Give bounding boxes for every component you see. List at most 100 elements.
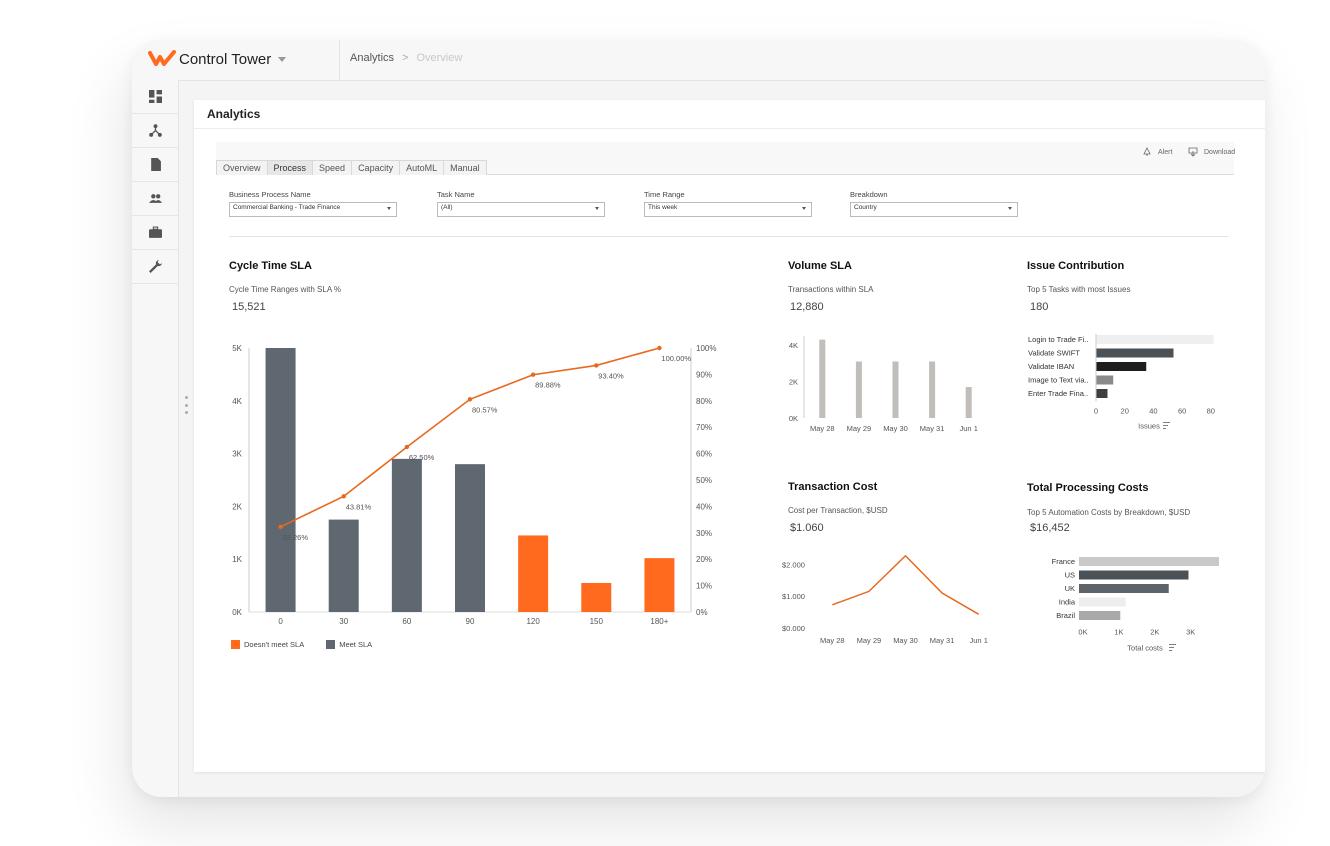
bar-label: Login to Trade Fi.. xyxy=(1028,335,1088,344)
x-axis-label: Total costs xyxy=(1127,644,1163,653)
sla-point xyxy=(467,397,473,402)
y2-tick-label: 50% xyxy=(696,476,712,485)
sla-data-label: 93.40% xyxy=(598,371,624,380)
sidebar-item-people[interactable] xyxy=(132,182,178,216)
app-window: Control Tower Analytics > Overview Analy… xyxy=(132,40,1265,797)
y-tick-label: 0K xyxy=(232,608,242,617)
volume-value: 12,880 xyxy=(790,301,824,313)
tab-manual[interactable]: Manual xyxy=(443,160,487,175)
breadcrumb-current: Overview xyxy=(416,52,463,64)
x-tick-label: 40 xyxy=(1149,407,1157,416)
download-label: Download xyxy=(1204,148,1236,156)
filter-label: Business Process Name xyxy=(229,190,311,199)
y2-tick-label: 10% xyxy=(696,582,712,591)
issue-title: Issue Contribution xyxy=(1027,260,1125,272)
tab-capacity[interactable]: Capacity xyxy=(351,160,401,175)
business-process-select[interactable]: Commercial Banking - Trade Finance xyxy=(229,202,397,217)
y-tick-label: 1K xyxy=(232,555,242,564)
y-tick-label: 2K xyxy=(789,378,798,387)
sidebar-item-documents[interactable] xyxy=(132,148,178,182)
dashboard-icon xyxy=(148,90,162,103)
breakdown-select[interactable]: Country xyxy=(850,202,1018,217)
tab-strip: Overview Process Speed Capacity AutoML Manual… xyxy=(216,142,1235,175)
bar-label: Validate SWIFT xyxy=(1028,349,1080,358)
x-tick-label: Jun 1 xyxy=(970,636,988,645)
cycle-title: Cycle Time SLA xyxy=(229,260,312,272)
tab-automl[interactable]: AutoML xyxy=(399,160,445,175)
x-tick-label: May 31 xyxy=(930,636,955,645)
issue-bar xyxy=(1096,375,1114,385)
x-tick-label: May 29 xyxy=(847,424,872,433)
logo-icon xyxy=(148,50,176,66)
filter-label: Task Name xyxy=(437,190,475,199)
volume-bar xyxy=(892,361,899,418)
app-title: Control Tower xyxy=(179,51,272,68)
bar-label: Enter Trade Fina.. xyxy=(1028,389,1088,398)
cycle-bar xyxy=(644,558,675,612)
cost-value: $1.060 xyxy=(790,522,824,534)
filters-row: Business Process Name Commercial Banking… xyxy=(229,190,1229,230)
x-tick-label: May 30 xyxy=(893,636,918,645)
issue-bar xyxy=(1096,389,1108,398)
sla-point xyxy=(341,494,346,499)
cycle-bar xyxy=(518,535,549,612)
cycle-bar xyxy=(265,348,296,612)
x-tick-label: 1K xyxy=(1114,628,1123,637)
sidebar-item-briefcase[interactable] xyxy=(132,216,178,250)
alert-label: Alert xyxy=(1158,148,1173,156)
download-button[interactable]: Download xyxy=(1188,147,1235,157)
volume-title: Volume SLA xyxy=(788,260,852,272)
x-tick-label: Jun 1 xyxy=(960,424,978,433)
issue-chart: Login to Trade Fi.. Validate SWIFT Validat… xyxy=(1028,334,1215,431)
filter-task-name: Task Name (All) xyxy=(437,190,605,217)
bar-label: UK xyxy=(1065,584,1075,593)
tab-overview[interactable]: Overview xyxy=(216,160,268,175)
y-tick-label: 4K xyxy=(232,397,242,406)
analytics-panel: Analytics Overview Process Speed Capacity Au… xyxy=(194,100,1265,772)
tab-process[interactable]: Process xyxy=(266,160,314,175)
x-tick-label: 30 xyxy=(339,617,348,626)
sidebar-item-tools[interactable] xyxy=(132,250,178,284)
volume-bar xyxy=(929,361,936,418)
sla-data-label: 80.57% xyxy=(472,405,498,414)
y2-tick-label: 30% xyxy=(696,529,712,538)
sidebar-item-dashboard[interactable] xyxy=(132,80,178,114)
issue-bar xyxy=(1096,335,1214,344)
caret-down-icon[interactable] xyxy=(278,57,286,62)
processing-bar xyxy=(1079,597,1126,607)
task-name-select[interactable]: (All) xyxy=(437,202,605,217)
sla-point xyxy=(594,363,599,368)
volume-bar xyxy=(855,361,862,418)
cycle-bar xyxy=(581,582,612,612)
cycle-bar xyxy=(455,464,485,612)
filter-time-range: Time Range This week xyxy=(644,190,812,217)
alert-button[interactable]: Alert xyxy=(1142,147,1172,157)
issue-bar xyxy=(1096,348,1174,358)
document-icon xyxy=(150,158,161,171)
x-tick-label: May 31 xyxy=(920,424,945,433)
x-tick-label: May 29 xyxy=(857,636,882,645)
filter-business-process: Business Process Name Commercial Banking… xyxy=(229,190,397,217)
processing-bar xyxy=(1079,557,1219,566)
sla-point xyxy=(404,444,410,450)
resize-handle[interactable] xyxy=(184,396,188,414)
tabs: Overview Process Speed Capacity AutoML Manual xyxy=(216,160,487,175)
y-tick-label: 5K xyxy=(232,344,242,353)
y2-tick-label: 40% xyxy=(696,502,712,511)
x-tick-label: 150 xyxy=(590,617,604,626)
bar-label: Brazil xyxy=(1056,611,1075,620)
y-tick-label: 2K xyxy=(232,502,242,511)
tab-speed[interactable]: Speed xyxy=(312,160,353,175)
time-range-select[interactable]: This week xyxy=(644,202,812,217)
sla-data-label: 62.50% xyxy=(409,453,435,462)
sidebar xyxy=(132,80,179,797)
volume-bar xyxy=(965,387,972,418)
brand-menu[interactable]: Control Tower xyxy=(132,40,340,80)
y-tick-label: $2.000 xyxy=(782,560,805,569)
breadcrumb-analytics[interactable]: Analytics xyxy=(350,52,394,64)
processing-title: Total Processing Costs xyxy=(1027,482,1149,494)
x-tick-label: 3K xyxy=(1186,628,1195,637)
x-tick-label: 20 xyxy=(1121,407,1129,416)
y2-tick-label: 70% xyxy=(696,423,712,432)
sidebar-item-network[interactable] xyxy=(132,114,178,148)
